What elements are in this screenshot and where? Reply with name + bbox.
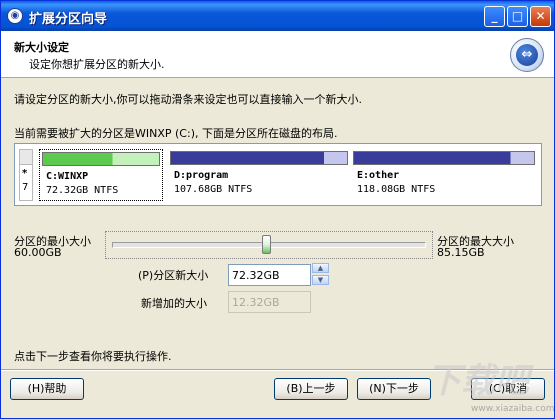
partition-d[interactable]: D:program 107.68GB NTFS [168,149,350,201]
disk-info: * 7 [19,149,33,201]
step-subtitle: 设定你想扩展分区的新大小. [29,58,165,71]
watermark-url: www.xiazaiba.com [471,404,555,414]
double-arrow-icon: ⇔ [510,38,544,72]
disk-index-number: 7 [22,182,29,193]
double-arrow-glyph: ⇔ [516,44,538,66]
window-title: 扩展分区向导 [29,12,108,27]
added-size-label: 新增加的大小 [141,297,207,310]
partition-usage-bar [170,151,348,165]
new-size-label: (P)分区新大小 [138,269,209,282]
maximize-button[interactable]: □ [507,6,528,27]
spin-up-icon[interactable]: ▲ [312,263,329,273]
new-size-input[interactable] [228,264,311,286]
max-size-value: 85.15GB [437,246,485,259]
partition-c[interactable]: C:WINXP 72.32GB NTFS [39,149,163,201]
help-button[interactable]: (H)帮助 [10,378,84,400]
partition-info-text: 当前需要被扩大的分区是WINXP (C:), 下面是分区所在磁盘的布局. [14,127,338,140]
size-spinner[interactable]: ▲ ▼ [312,263,329,285]
wizard-header: 新大小设定 设定你想扩展分区的新大小. ⇔ [1,31,554,78]
partition-name: D:program [174,170,229,181]
instruction-text: 请设定分区的新大小,你可以拖动滑条来设定也可以直接输入一个新大小. [14,93,362,106]
close-button[interactable]: ✕ [530,6,551,27]
footer-hint: 点击下一步查看你将要执行操作. [14,350,172,363]
disk-layout: * 7 C:WINXP 72.32GB NTFS D:program 107.6… [14,143,542,206]
wizard-window: ◉ 扩展分区向导 _ □ ✕ 新大小设定 设定你想扩展分区的新大小. ⇔ 请设定… [0,0,555,419]
size-slider[interactable] [105,231,433,259]
partition-name: E:other [357,170,400,181]
partition-detail: 107.68GB NTFS [174,184,253,195]
step-title: 新大小设定 [14,41,69,54]
partition-usage-bar [353,151,535,165]
disk-index-label: * [22,168,28,179]
minimize-button[interactable]: _ [484,6,505,27]
partition-name: C:WINXP [46,171,89,182]
spin-down-icon[interactable]: ▼ [312,275,329,285]
back-button[interactable]: (B)上一步 [274,378,348,400]
partition-detail: 72.32GB NTFS [46,185,119,196]
partition-usage-bar [42,152,160,166]
title-bar[interactable]: ◉ 扩展分区向导 _ □ ✕ [1,1,554,31]
added-size-field [228,291,311,313]
partition-e[interactable]: E:other 118.08GB NTFS [351,149,537,201]
partition-tool-icon: ◉ [7,8,23,24]
slider-thumb[interactable] [262,235,271,254]
min-size-value: 60.00GB [14,246,62,259]
next-button[interactable]: (N)下一步 [357,378,431,400]
partition-detail: 118.08GB NTFS [357,184,436,195]
